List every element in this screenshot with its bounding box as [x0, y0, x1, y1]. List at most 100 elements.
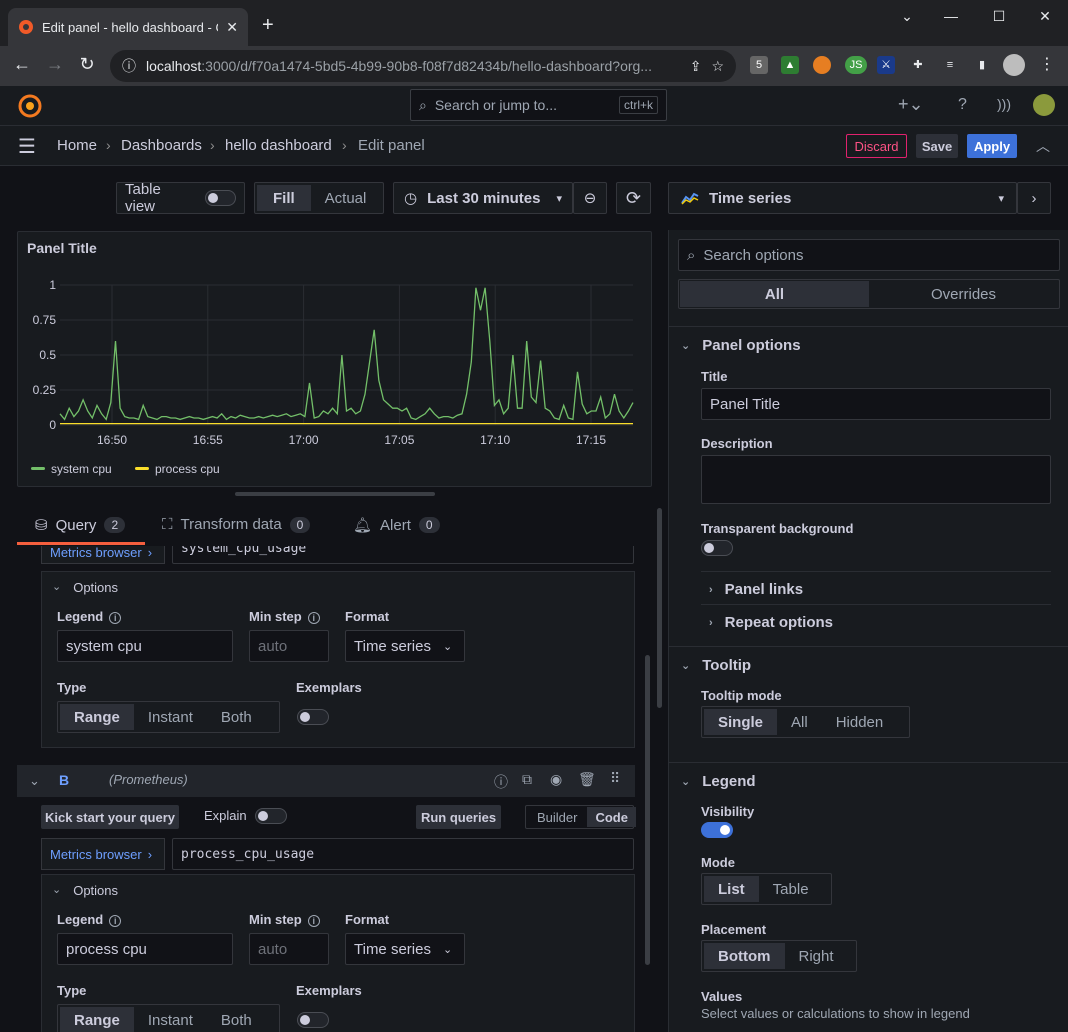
tooltip-header[interactable]: ⌄ Tooltip [681, 657, 751, 674]
browser-menu-icon[interactable]: ⋮ [1038, 56, 1056, 74]
maximize-icon[interactable]: ☐ [984, 8, 1014, 25]
back-icon[interactable]: ← [10, 54, 34, 75]
all-option[interactable]: All [680, 281, 869, 307]
expand-options-button[interactable]: › [1017, 182, 1051, 214]
url-field[interactable]: ⓘ localhost:3000/d/f70a1474-5bd5-4b99-90… [110, 50, 736, 82]
grafana-logo-icon[interactable] [18, 94, 42, 118]
mode-list-option[interactable]: List [704, 876, 759, 902]
menu-hamburger-icon[interactable]: ☰ [18, 134, 36, 159]
forward-icon[interactable]: → [43, 54, 67, 75]
side-panel-icon[interactable]: ▮ [973, 56, 991, 74]
options-toggle[interactable]: ⌄ Options [52, 883, 118, 898]
new-tab-icon[interactable]: + [262, 14, 274, 37]
toggle-extension-icon[interactable]: JS [845, 56, 867, 74]
panel-splitter-handle[interactable] [235, 492, 435, 496]
kick-start-button[interactable]: Kick start your query [41, 805, 179, 829]
discard-button[interactable]: Discard [846, 134, 907, 158]
collapse-query-icon[interactable]: ⌄ [29, 773, 40, 789]
type-instant-option[interactable]: Instant [134, 1007, 207, 1032]
tooltip-single-option[interactable]: Single [704, 709, 778, 735]
type-both-option[interactable]: Both [207, 1007, 266, 1032]
description-textarea[interactable] [701, 455, 1051, 504]
overrides-option[interactable]: Overrides [869, 281, 1058, 307]
search-options-input[interactable]: ⌕ Search options [678, 239, 1060, 271]
actual-option[interactable]: Actual [311, 185, 381, 211]
zoom-out-button[interactable]: ⊖ [573, 182, 607, 214]
query-expression-editor[interactable]: system_cpu_usage [172, 546, 634, 564]
collapse-chevron-up-icon[interactable]: ︿ [1036, 136, 1050, 156]
browser-tab[interactable]: Edit panel - hello dashboard - G ✕ [8, 8, 248, 46]
bookmark-star-icon[interactable]: ☆ [711, 58, 724, 75]
queries-scrollbar[interactable] [645, 655, 650, 965]
code-mode-option[interactable]: Code [587, 807, 636, 827]
panel-options-header[interactable]: ⌄ Panel options [681, 337, 801, 354]
save-button[interactable]: Save [916, 134, 958, 158]
placement-bottom-option[interactable]: Bottom [704, 943, 785, 969]
exemplars-switch[interactable] [297, 1012, 329, 1028]
exemplars-switch[interactable] [297, 709, 329, 725]
breadcrumb-dashboard[interactable]: hello dashboard [225, 137, 332, 154]
metrics-browser-button[interactable]: Metrics browser › [41, 546, 165, 564]
tab-alert[interactable]: 🔔︎ Alert 0 [353, 516, 440, 534]
reading-list-icon[interactable]: ≡ [941, 56, 959, 74]
visualization-picker[interactable]: Time series ▾ [668, 182, 1017, 214]
metrics-browser-button[interactable]: Metrics browser › [41, 838, 165, 870]
table-view-toggle[interactable]: Table view [116, 181, 245, 215]
panel-links-header[interactable]: › Panel links [709, 581, 803, 598]
type-both-option[interactable]: Both [207, 704, 266, 730]
share-icon[interactable]: ⇪ [690, 58, 702, 75]
format-select[interactable]: Time series ⌄ [345, 630, 465, 662]
puzzle-extensions-icon[interactable]: ✚ [909, 56, 927, 74]
breadcrumb-home[interactable]: Home [57, 137, 97, 154]
options-toggle[interactable]: ⌄ Options [52, 580, 118, 595]
type-range-option[interactable]: Range [60, 1007, 134, 1032]
tab-query[interactable]: ⛁ Query 2 [35, 516, 126, 534]
tab-transform[interactable]: ⛶ Transform data 0 [162, 516, 311, 533]
image-extension-icon[interactable]: ▲ [781, 56, 799, 74]
query-ref-id[interactable]: B [59, 772, 69, 788]
duplicate-query-icon[interactable]: ⧉ [522, 771, 532, 788]
hide-query-eye-icon[interactable]: ◉ [550, 771, 562, 788]
format-select[interactable]: Time series ⌄ [345, 933, 465, 965]
reload-icon[interactable]: ↻ [75, 54, 99, 75]
mode-table-option[interactable]: Table [759, 876, 823, 902]
builder-mode-option[interactable]: Builder [527, 807, 587, 827]
delete-query-trash-icon[interactable]: 🗑︎ [578, 771, 596, 788]
news-rss-icon[interactable]: ))) [997, 96, 1011, 112]
min-step-input[interactable]: auto [249, 630, 329, 662]
tab-search-icon[interactable]: ⌄ [892, 8, 922, 25]
left-scrollbar[interactable] [657, 508, 662, 708]
help-icon[interactable]: ? [958, 96, 967, 114]
minimize-icon[interactable]: — [936, 8, 966, 24]
shield-extension-icon[interactable]: ⚔ [877, 56, 895, 74]
transparent-switch[interactable] [701, 540, 733, 556]
query-expression-editor[interactable]: process_cpu_usage [172, 838, 634, 870]
add-new-icon[interactable]: +⌄ [898, 94, 924, 115]
query-help-icon[interactable]: ⓘ [494, 772, 508, 792]
time-range-picker[interactable]: ◷ Last 30 minutes ▾ [393, 182, 573, 214]
close-window-icon[interactable]: ✕ [1030, 8, 1060, 25]
table-view-switch[interactable] [204, 190, 236, 206]
drag-handle-icon[interactable]: ⠿ [610, 770, 620, 787]
refresh-button[interactable]: ⟳ [616, 182, 651, 214]
time-series-chart[interactable]: 1 0.75 0.5 0.25 0 16:50 16:55 17:00 17:05 17:10 17… [18, 272, 651, 486]
legend-input[interactable]: process cpu [57, 933, 233, 965]
repeat-options-header[interactable]: › Repeat options [709, 614, 833, 631]
close-tab-icon[interactable]: ✕ [226, 19, 238, 36]
profile-avatar[interactable] [1003, 54, 1025, 76]
search-bar[interactable]: ⌕ Search or jump to... ctrl+k [410, 89, 667, 121]
type-instant-option[interactable]: Instant [134, 704, 207, 730]
run-queries-button[interactable]: Run queries [416, 805, 501, 829]
fill-option[interactable]: Fill [257, 185, 311, 211]
type-range-option[interactable]: Range [60, 704, 134, 730]
extension-icon[interactable] [813, 56, 831, 74]
legend-visibility-switch[interactable] [701, 822, 733, 838]
breadcrumb-dashboards[interactable]: Dashboards [121, 137, 202, 154]
title-input[interactable]: Panel Title [701, 388, 1051, 420]
user-avatar[interactable] [1033, 94, 1055, 116]
tooltip-all-option[interactable]: All [777, 709, 822, 735]
tooltip-hidden-option[interactable]: Hidden [822, 709, 898, 735]
legend-input[interactable]: system cpu [57, 630, 233, 662]
explain-switch[interactable] [255, 808, 287, 824]
site-info-icon[interactable]: ⓘ [122, 56, 136, 76]
